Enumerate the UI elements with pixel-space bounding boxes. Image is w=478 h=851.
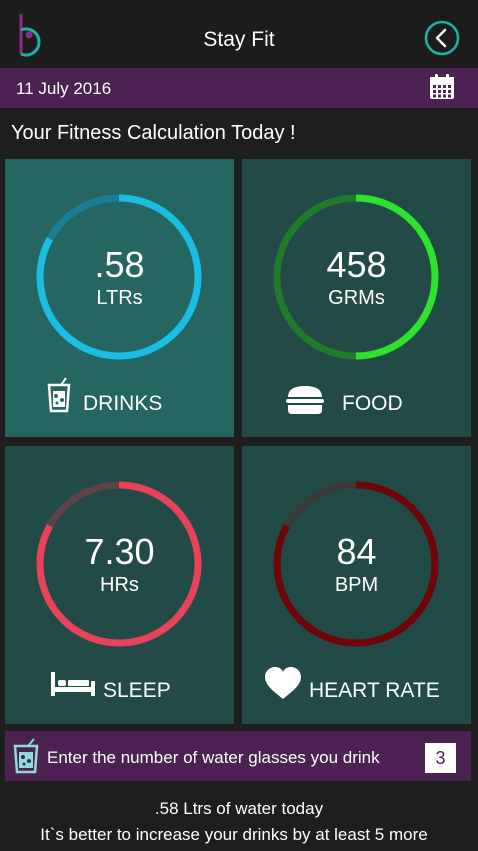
water-summary: .58 Ltrs of water today [154, 799, 324, 818]
drink-glass-icon [47, 377, 71, 413]
bed-icon [51, 672, 95, 696]
app-title: Stay Fit [203, 28, 275, 51]
sleep-label: SLEEP [103, 679, 171, 702]
tile-food[interactable]: 458 GRMs FOOD [242, 159, 471, 437]
drinks-unit: LTRs [96, 287, 143, 309]
food-label: FOOD [342, 392, 403, 415]
drinks-label: DRINKS [83, 392, 163, 415]
water-glass-icon [13, 738, 39, 774]
heart-rate-label: HEART RATE [309, 679, 440, 702]
heart-rate-value: 84 [336, 531, 377, 572]
heart-icon [265, 667, 301, 699]
sleep-unit: HRs [100, 574, 139, 596]
food-unit: GRMs [328, 287, 385, 309]
current-date: 11 July 2016 [16, 79, 112, 98]
water-input-bar: Enter the number of water glasses you dr… [5, 731, 471, 781]
tile-drinks[interactable]: .58 LTRs DRINKS [5, 159, 234, 437]
burger-icon [286, 386, 324, 414]
sleep-value: 7.30 [84, 531, 155, 572]
water-glasses-input[interactable] [425, 743, 456, 773]
drinks-value: .58 [94, 244, 145, 285]
app-header: Stay Fit [0, 0, 478, 68]
date-bar: 11 July 2016 [0, 68, 478, 108]
calendar-icon[interactable] [428, 73, 456, 101]
tile-sleep[interactable]: 7.30 HRs SLEEP [5, 446, 234, 724]
drink-recommendation: It`s better to increase your drinks by a… [40, 825, 428, 844]
chevron-left-circle-icon[interactable] [424, 20, 460, 56]
section-title: Your Fitness Calculation Today ! [11, 122, 296, 144]
tile-heart-rate[interactable]: 84 BPM HEART RATE [242, 446, 471, 724]
food-value: 458 [326, 244, 387, 285]
water-glasses-prompt: Enter the number of water glasses you dr… [47, 748, 380, 767]
heart-rate-unit: BPM [334, 574, 379, 596]
